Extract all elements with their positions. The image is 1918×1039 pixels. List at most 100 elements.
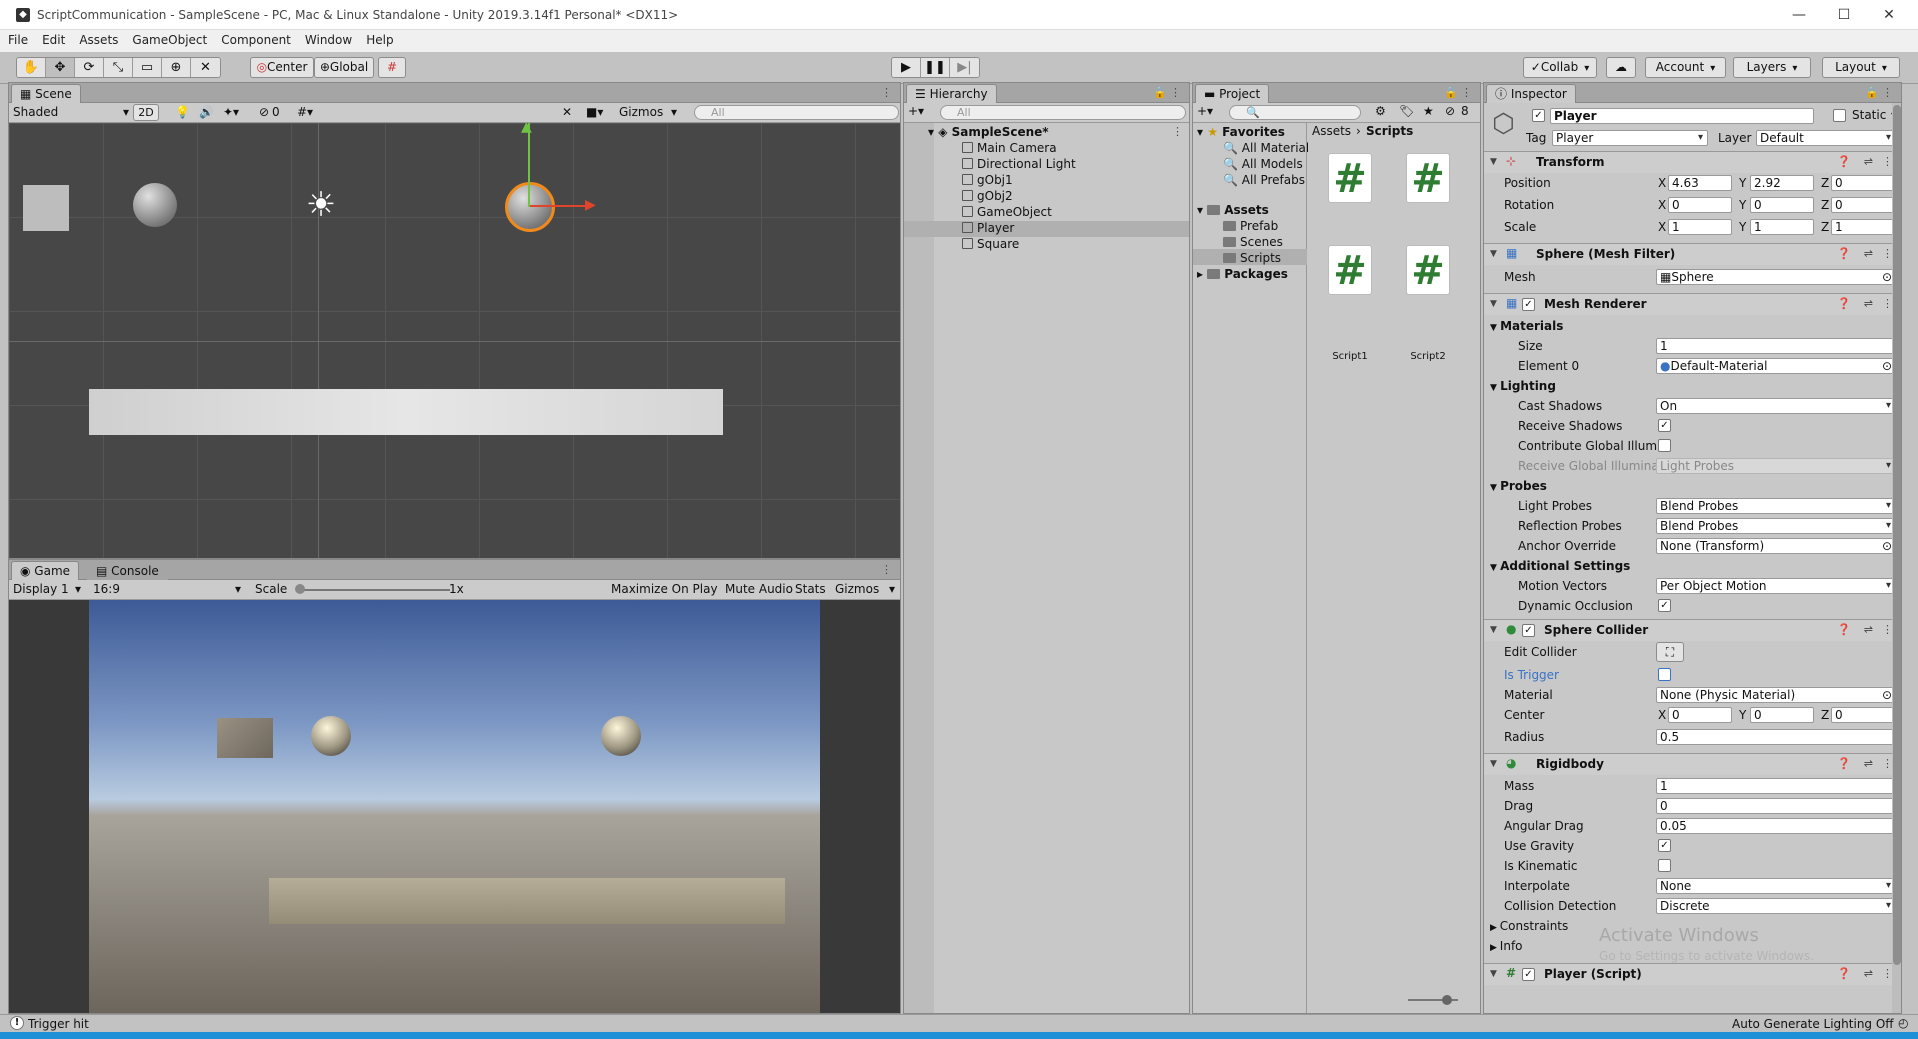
collab-button[interactable]: ✓Collab xyxy=(1523,57,1597,78)
mass-field[interactable]: 1 xyxy=(1656,778,1896,794)
collapse-arrow-icon[interactable]: ▼ xyxy=(1490,249,1497,259)
info-foldout[interactable]: ▶ Info xyxy=(1490,939,1523,953)
mesh-filter-header[interactable]: ▼ ▦ Sphere (Mesh Filter) ❓ ⇌ ⋮ xyxy=(1484,243,1901,265)
grid-toggle-icon[interactable]: #▾ xyxy=(297,105,313,119)
close-button[interactable]: ✕ xyxy=(1875,4,1903,26)
fav-all-prefabs[interactable]: 🔍 All Prefabs xyxy=(1223,173,1305,187)
menu-gameobject[interactable]: GameObject xyxy=(124,30,213,47)
reflection-probes-dropdown[interactable]: Blend Probes xyxy=(1656,518,1896,534)
collision-detection-dropdown[interactable]: Discrete xyxy=(1656,898,1896,914)
materials-foldout[interactable]: ▼ Materials xyxy=(1490,319,1563,333)
script-file-icon[interactable]: # xyxy=(1406,245,1450,295)
center-y-field[interactable]: 0 xyxy=(1750,707,1814,723)
hierarchy-item-main-camera[interactable]: Main Camera xyxy=(962,141,1057,155)
sphere-object[interactable] xyxy=(133,183,177,227)
scale-z-field[interactable]: 1 xyxy=(1831,219,1896,235)
console-status-message[interactable]: Trigger hit xyxy=(28,1017,89,1031)
move-tool-icon[interactable]: ✥ xyxy=(46,58,75,77)
radius-field[interactable]: 0.5 xyxy=(1656,729,1896,745)
scale-x-field[interactable]: 1 xyxy=(1668,219,1732,235)
kebab-menu-icon[interactable]: ⋮ xyxy=(1170,86,1181,99)
rect-tool-icon[interactable]: ▭ xyxy=(133,58,162,77)
snap-grid-icon[interactable]: # xyxy=(378,57,406,78)
square-object[interactable] xyxy=(23,185,69,231)
receive-shadows-checkbox[interactable]: ✓ xyxy=(1658,419,1671,432)
kebab-menu-icon[interactable]: ⋮ xyxy=(881,86,892,99)
hidden-packages-icon[interactable]: ⊘ xyxy=(1445,104,1455,118)
rotation-x-field[interactable]: 0 xyxy=(1668,197,1732,213)
is-kinematic-checkbox[interactable] xyxy=(1658,859,1671,872)
shading-mode-dropdown[interactable]: Shaded xyxy=(13,105,58,119)
object-picker-icon[interactable]: ⊙ xyxy=(1882,688,1892,702)
hierarchy-item-square[interactable]: Square xyxy=(962,237,1019,251)
icon-size-slider-handle[interactable] xyxy=(1442,995,1452,1005)
tag-dropdown[interactable]: Player xyxy=(1552,130,1708,146)
move-gizmo-y-axis[interactable] xyxy=(528,123,530,207)
scene-kebab-icon[interactable]: ⋮ xyxy=(1172,125,1183,138)
script-file-icon[interactable]: # xyxy=(1406,153,1450,203)
transform-header[interactable]: ▼ ⊹ Transform ❓ ⇌ ⋮ xyxy=(1484,151,1901,173)
tab-inspector[interactable]: ⓘ Inspector xyxy=(1486,84,1576,103)
rotation-y-field[interactable]: 0 xyxy=(1750,197,1814,213)
account-button[interactable]: Account xyxy=(1645,57,1726,78)
preset-icon[interactable]: ⇌ xyxy=(1864,623,1873,636)
inspector-scrollbar[interactable] xyxy=(1892,103,1901,1013)
rotate-tool-icon[interactable]: ⟳ xyxy=(75,58,104,77)
tab-project[interactable]: ▬ Project xyxy=(1195,84,1270,103)
rigidbody-header[interactable]: ▼ ◕ Rigidbody ❓ ⇌ ⋮ xyxy=(1484,753,1901,775)
favorite-star-icon[interactable]: ★ xyxy=(1423,104,1434,118)
position-y-field[interactable]: 2.92 xyxy=(1750,175,1814,191)
additional-settings-foldout[interactable]: ▼ Additional Settings xyxy=(1490,559,1630,573)
gizmos-dropdown[interactable]: Gizmos xyxy=(619,105,663,119)
pivot-center-button[interactable]: ◎Center xyxy=(250,57,314,78)
help-icon[interactable]: ❓ xyxy=(1837,757,1851,770)
game-viewport[interactable] xyxy=(89,600,820,1013)
layout-button[interactable]: Layout xyxy=(1822,57,1900,78)
effects-toggle-icon[interactable]: ✦▾ xyxy=(223,105,239,119)
help-icon[interactable]: ❓ xyxy=(1837,297,1851,310)
use-gravity-checkbox[interactable]: ✓ xyxy=(1658,839,1671,852)
player-script-enabled-checkbox[interactable]: ✓ xyxy=(1522,968,1535,981)
mesh-renderer-enabled-checkbox[interactable]: ✓ xyxy=(1522,298,1535,311)
pivot-global-button[interactable]: ⊕Global xyxy=(314,57,374,78)
play-icon[interactable]: ▶ xyxy=(892,58,921,77)
packages-node[interactable]: ▸ Packages xyxy=(1197,267,1288,281)
project-search-input[interactable]: 🔍 xyxy=(1229,105,1361,120)
scale-slider[interactable] xyxy=(297,589,450,591)
scene-viewport[interactable]: ☀ ▲ ▶ xyxy=(9,119,900,558)
hierarchy-item-gobj1[interactable]: gObj1 xyxy=(962,173,1013,187)
preset-icon[interactable]: ⇌ xyxy=(1864,967,1873,980)
element0-field[interactable]: ●Default-Material ⊙ xyxy=(1656,358,1896,374)
help-icon[interactable]: ❓ xyxy=(1837,247,1851,260)
folder-scripts[interactable]: Scripts xyxy=(1223,251,1281,265)
player-sphere-selected[interactable] xyxy=(505,182,555,232)
constraints-foldout[interactable]: ▶ Constraints xyxy=(1490,919,1568,933)
probes-foldout[interactable]: ▼ Probes xyxy=(1490,479,1547,493)
hierarchy-item-player[interactable]: Player xyxy=(962,221,1014,235)
static-checkbox[interactable] xyxy=(1833,109,1846,122)
object-picker-icon[interactable]: ⊙ xyxy=(1882,359,1892,373)
filter-type-icon[interactable]: ⚙ xyxy=(1375,104,1386,118)
preset-icon[interactable]: ⇌ xyxy=(1864,247,1873,260)
lock-icon[interactable]: 🔒 xyxy=(1865,86,1879,99)
rotation-z-field[interactable]: 0 xyxy=(1831,197,1896,213)
menu-window[interactable]: Window xyxy=(297,30,358,47)
camera-icon[interactable]: ■▾ xyxy=(586,105,603,119)
hierarchy-item-gobj2[interactable]: gObj2 xyxy=(962,189,1013,203)
scale-tool-icon[interactable]: ⤡ xyxy=(104,58,133,77)
script-file-icon[interactable]: # xyxy=(1328,245,1372,295)
layer-dropdown[interactable]: Default xyxy=(1756,130,1896,146)
collapse-arrow-icon[interactable]: ▼ xyxy=(1490,299,1497,309)
hierarchy-search-input[interactable]: All xyxy=(940,105,1186,120)
materials-size-field[interactable]: 1 xyxy=(1656,338,1896,354)
scale-slider-handle[interactable] xyxy=(295,584,305,594)
script-file-icon[interactable]: # xyxy=(1328,153,1372,203)
object-picker-icon[interactable]: ⊙ xyxy=(1882,539,1892,553)
hierarchy-item-gameobject[interactable]: GameObject xyxy=(962,205,1052,219)
collapse-arrow-icon[interactable]: ▼ xyxy=(1490,625,1497,635)
motion-vectors-dropdown[interactable]: Per Object Motion xyxy=(1656,578,1896,594)
collapse-arrow-icon[interactable]: ▼ xyxy=(1490,759,1497,769)
create-plus-icon[interactable]: +▾ xyxy=(908,104,924,118)
filter-label-icon[interactable]: 🏷 xyxy=(1399,104,1414,118)
physic-material-field[interactable]: None (Physic Material) ⊙ xyxy=(1656,687,1896,703)
